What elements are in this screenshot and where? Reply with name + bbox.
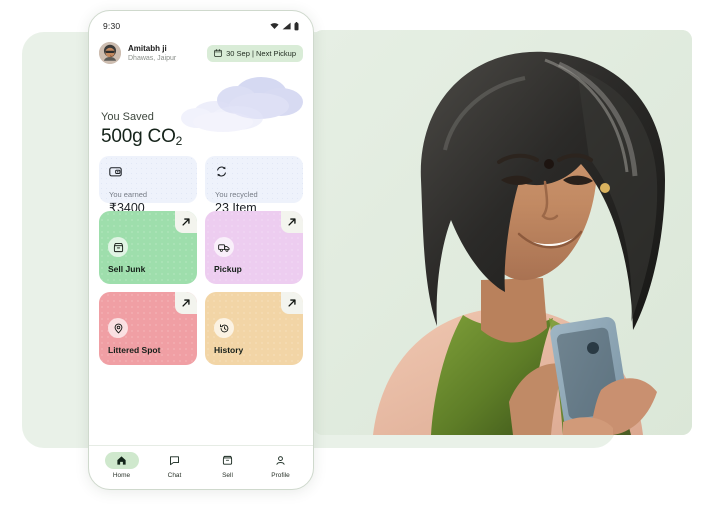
tile-sell-junk[interactable]: Sell Junk (99, 211, 197, 284)
co2-saved-section: You Saved 500g CO2 (99, 68, 303, 152)
co2-subscript: 2 (175, 134, 183, 148)
nav-pill-home (104, 451, 139, 469)
tile-label-sell-junk: Sell Junk (108, 264, 146, 274)
co2-saved-value: 500g CO2 (101, 125, 182, 150)
nav-item-profile[interactable]: Profile (257, 452, 305, 480)
nav-label-profile: Profile (271, 471, 290, 479)
wifi-icon (270, 23, 279, 29)
arrow-up-right-icon[interactable] (175, 211, 197, 233)
nav-label-chat: Chat (167, 471, 182, 479)
co2-saved-label: You Saved (101, 111, 154, 123)
tile-label-littered-spot: Littered Spot (108, 345, 161, 355)
tile-littered-spot[interactable]: Littered Spot (99, 292, 197, 365)
nav-label-home: Home (112, 471, 131, 479)
profile-name: Amitabh ji (128, 43, 167, 53)
bottom-navigation: Home Chat Sell Profile (89, 445, 313, 489)
calendar-icon (214, 49, 222, 57)
nav-item-home[interactable]: Home (98, 451, 146, 480)
stat-label-earned: You earned (109, 190, 148, 199)
nav-pill-profile (264, 452, 298, 469)
status-bar-clock: 9:30 (103, 21, 121, 31)
location-pin-icon (108, 318, 128, 338)
profile-icon (276, 455, 285, 465)
store-icon (108, 237, 128, 257)
truck-icon (214, 237, 234, 257)
arrow-up-right-icon[interactable] (175, 292, 197, 314)
nav-label-sell: Sell (222, 471, 233, 479)
tile-pickup[interactable]: Pickup (205, 211, 303, 284)
profile-header: Amitabh ji Dhawas, Jaipur 30 Sep | Next … (99, 37, 303, 64)
signal-icon (282, 22, 291, 30)
app-content: Amitabh ji Dhawas, Jaipur 30 Sep | Next … (89, 37, 313, 445)
cloud-illustration (181, 77, 303, 132)
chat-icon (170, 455, 179, 465)
phone-mockup: 9:30 Amitabh ji Dhawas, Jaipur 30 Sep | … (88, 10, 314, 490)
co2-saved-text: You Saved 500g CO2 (101, 110, 182, 150)
tile-label-history: History (214, 345, 244, 355)
tile-label-pickup: Pickup (214, 264, 242, 274)
next-pickup-badge[interactable]: 30 Sep | Next Pickup (207, 44, 303, 62)
stats-grid: You earned ₹3400 You recycled 23 Item (99, 156, 303, 215)
status-bar-icons (270, 21, 299, 31)
co2-saved-amount: 500g CO (101, 126, 176, 147)
avatar[interactable] (99, 42, 121, 64)
nav-item-chat[interactable]: Chat (151, 452, 199, 480)
home-icon (117, 455, 126, 465)
battery-icon (294, 21, 299, 30)
tile-history[interactable]: History (205, 292, 303, 365)
stat-card-earned[interactable]: You earned ₹3400 (99, 156, 197, 215)
profile-summary[interactable]: Amitabh ji Dhawas, Jaipur (99, 42, 176, 64)
nav-pill-sell (211, 452, 245, 469)
recycle-icon (215, 165, 293, 183)
nav-pill-chat (158, 452, 192, 469)
profile-location: Dhawas, Jaipur (128, 54, 177, 62)
next-pickup-label: 30 Sep | Next Pickup (226, 48, 296, 58)
profile-text: Amitabh ji Dhawas, Jaipur (128, 43, 176, 64)
wallet-icon (109, 165, 187, 183)
arrow-up-right-icon[interactable] (281, 211, 303, 233)
stat-label-recycled: You recycled (215, 190, 258, 199)
status-bar: 9:30 (89, 11, 313, 37)
arrow-up-right-icon[interactable] (281, 292, 303, 314)
sell-icon (222, 455, 233, 465)
history-icon (214, 318, 234, 338)
nav-item-sell[interactable]: Sell (204, 452, 252, 480)
stat-card-recycled[interactable]: You recycled 23 Item (205, 156, 303, 215)
hero-photo (313, 30, 692, 435)
action-tiles: Sell Junk Pickup Littered Spot History (99, 211, 303, 365)
